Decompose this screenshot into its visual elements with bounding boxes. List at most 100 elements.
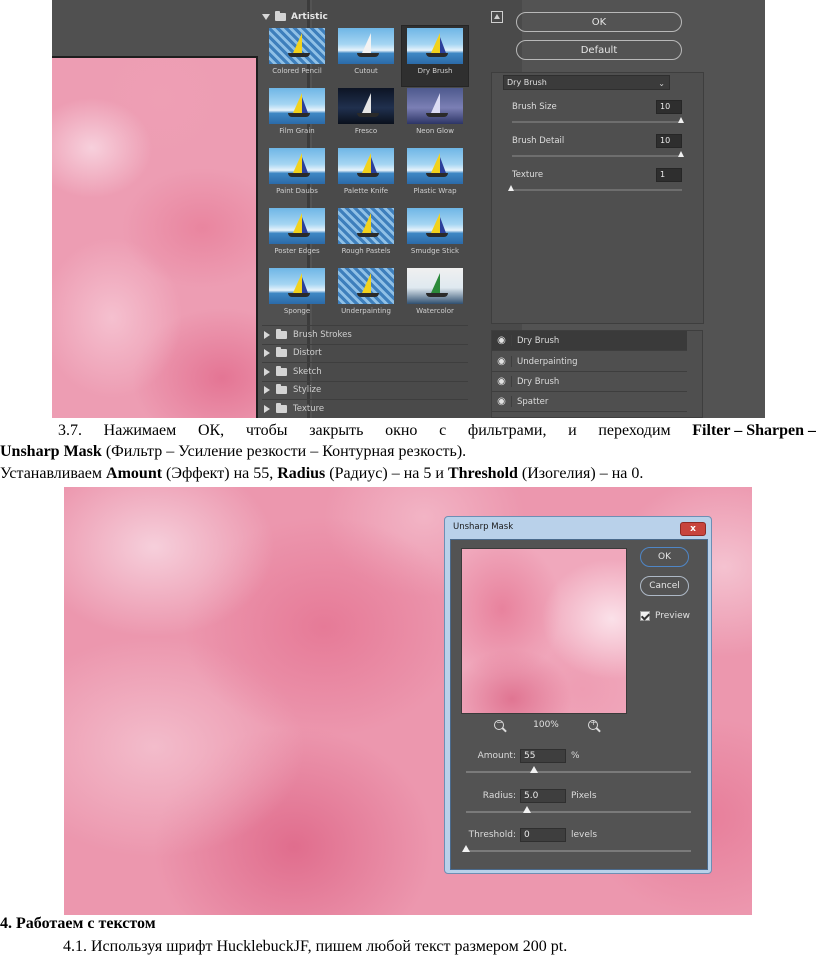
filter-thumb-paint-daubs[interactable]: Paint Daubs xyxy=(264,146,330,206)
filter-thumb-sponge[interactable]: Sponge xyxy=(264,266,330,326)
radius-input[interactable]: 5.0 xyxy=(520,789,566,803)
effect-layer-row[interactable]: ◉ Underpainting xyxy=(492,352,687,372)
folder-icon xyxy=(276,347,287,358)
text-word: переходим xyxy=(598,422,671,439)
filter-thumb-underpainting[interactable]: Underpainting xyxy=(333,266,399,326)
param-threshold: Threshold: 0 levels xyxy=(462,828,694,858)
param-brush-detail: Brush Detail 10 xyxy=(512,134,684,164)
threshold-input[interactable]: 0 xyxy=(520,828,566,842)
thumb-label: Sponge xyxy=(283,307,311,315)
ok-button[interactable]: OK xyxy=(516,12,682,32)
filter-name-bold: Unsharp Mask xyxy=(0,443,102,460)
category-sketch[interactable]: Sketch xyxy=(262,362,468,381)
dialog-preview-image[interactable] xyxy=(461,548,627,714)
instruction-paragraph-4-1: 4.1. Используя шрифт HucklebuckJF, пишем… xyxy=(63,938,568,955)
filter-thumb-colored-pencil[interactable]: Colored Pencil xyxy=(264,26,330,86)
sponge-thumbnail xyxy=(269,268,325,304)
filter-thumb-film-grain[interactable]: Film Grain xyxy=(264,86,330,146)
brush-size-input[interactable]: 10 xyxy=(656,100,682,114)
param-radius: Radius: 5.0 Pixels xyxy=(462,789,694,819)
category-distort[interactable]: Distort xyxy=(262,343,468,363)
category-stylize[interactable]: Stylize xyxy=(262,380,468,400)
default-button[interactable]: Default xyxy=(516,40,682,60)
checkbox-checked-icon[interactable] xyxy=(640,611,650,621)
cancel-button[interactable]: Cancel xyxy=(640,576,689,596)
preview-label: Preview xyxy=(655,611,691,621)
threshold-slider-thumb[interactable] xyxy=(462,845,470,852)
zoom-out-icon[interactable]: − xyxy=(494,718,504,730)
category-label: Texture xyxy=(293,403,325,414)
collapsed-triangle-icon xyxy=(264,349,270,358)
thumb-label: Underpainting xyxy=(341,307,391,315)
eye-icon[interactable]: ◉ xyxy=(492,335,512,346)
filter-thumb-fresco[interactable]: Fresco xyxy=(333,86,399,146)
category-artistic[interactable]: Artistic xyxy=(262,8,328,26)
category-label: Distort xyxy=(293,348,322,359)
slider-track xyxy=(466,811,691,813)
radius-slider-thumb[interactable] xyxy=(522,806,531,813)
brush-size-slider-thumb[interactable] xyxy=(678,117,684,123)
folder-icon xyxy=(276,328,287,339)
category-brush-strokes[interactable]: Brush Strokes xyxy=(262,325,468,344)
radius-term: Radius xyxy=(277,465,326,482)
filter-thumb-watercolor[interactable]: Watercolor xyxy=(402,266,468,326)
filter-select-dropdown[interactable]: Dry Brush ⌄ xyxy=(503,75,670,90)
zoom-controls: − 100% + xyxy=(494,718,598,730)
texture-slider-thumb[interactable] xyxy=(508,185,514,191)
thumb-label: Watercolor xyxy=(416,307,454,315)
slider-track xyxy=(466,850,691,852)
amount-label: Amount: xyxy=(477,751,516,761)
instruction-paragraph-settings: Устанавливаем Amount (Эффект) на 55, Rad… xyxy=(0,464,643,483)
slider-track xyxy=(512,155,682,157)
text-word: окно xyxy=(385,422,418,439)
brush-detail-slider-thumb[interactable] xyxy=(678,151,684,157)
category-label: Sketch xyxy=(293,366,322,377)
amount-input[interactable]: 55 xyxy=(520,749,566,763)
brush-detail-input[interactable]: 10 xyxy=(656,134,682,148)
menu-path-bold: Filter – Sharpen – xyxy=(692,422,816,439)
filter-thumb-palette-knife[interactable]: Palette Knife xyxy=(333,146,399,206)
amount-unit: % xyxy=(571,751,580,761)
param-label: Texture xyxy=(512,170,544,180)
eye-icon[interactable]: ◉ xyxy=(492,396,512,407)
eye-icon[interactable]: ◉ xyxy=(492,356,512,367)
text-fragment: (Изогелия) – на 0. xyxy=(517,465,644,482)
category-texture[interactable]: Texture xyxy=(262,399,468,418)
threshold-term: Threshold xyxy=(447,465,518,482)
dialog-title: Unsharp Mask xyxy=(453,522,514,532)
filter-thumb-neon-glow[interactable]: Neon Glow xyxy=(402,86,468,146)
thumb-label: Palette Knife xyxy=(343,187,389,195)
folder-icon xyxy=(276,402,287,413)
filter-thumb-poster-edges[interactable]: Poster Edges xyxy=(264,206,330,266)
effect-layer-row[interactable]: ◉ Dry Brush xyxy=(492,331,687,351)
filter-thumb-rough-pastels[interactable]: Rough Pastels xyxy=(333,206,399,266)
text-word: Нажимаем xyxy=(103,422,177,439)
collapsed-triangle-icon xyxy=(264,386,270,395)
thumb-label: Smudge Stick xyxy=(410,247,460,255)
zoom-level: 100% xyxy=(533,720,559,730)
eye-icon[interactable]: ◉ xyxy=(492,376,512,387)
rough-pastels-thumbnail xyxy=(338,208,394,244)
thumb-label: Cutout xyxy=(354,67,378,75)
filter-thumb-plastic-wrap[interactable]: Plastic Wrap xyxy=(402,146,468,206)
zoom-in-icon[interactable]: + xyxy=(587,718,598,730)
effect-layer-label: Dry Brush xyxy=(517,376,560,387)
collapsed-triangle-icon xyxy=(264,367,270,376)
collapsed-triangle-icon xyxy=(264,330,270,339)
texture-input[interactable]: 1 xyxy=(656,168,682,182)
collapse-panel-icon[interactable] xyxy=(491,11,503,23)
preview-checkbox[interactable]: Preview xyxy=(640,611,690,621)
filter-thumb-cutout[interactable]: Cutout xyxy=(333,26,399,86)
filter-thumb-smudge-stick[interactable]: Smudge Stick xyxy=(402,206,468,266)
filter-select-value: Dry Brush xyxy=(507,78,547,87)
param-label: Brush Size xyxy=(512,102,557,112)
effect-layer-row[interactable]: ◉ Spatter xyxy=(492,392,687,412)
filter-thumb-dry-brush[interactable]: Dry Brush xyxy=(401,25,469,87)
effect-layer-row[interactable]: ◉ Dry Brush xyxy=(492,372,687,392)
amount-slider-thumb[interactable] xyxy=(529,766,538,773)
close-icon[interactable]: x xyxy=(680,522,706,536)
smudge-stick-thumbnail xyxy=(407,208,463,244)
ok-button[interactable]: OK xyxy=(640,547,689,567)
thumb-label: Fresco xyxy=(354,127,378,135)
threshold-unit: levels xyxy=(571,830,598,840)
